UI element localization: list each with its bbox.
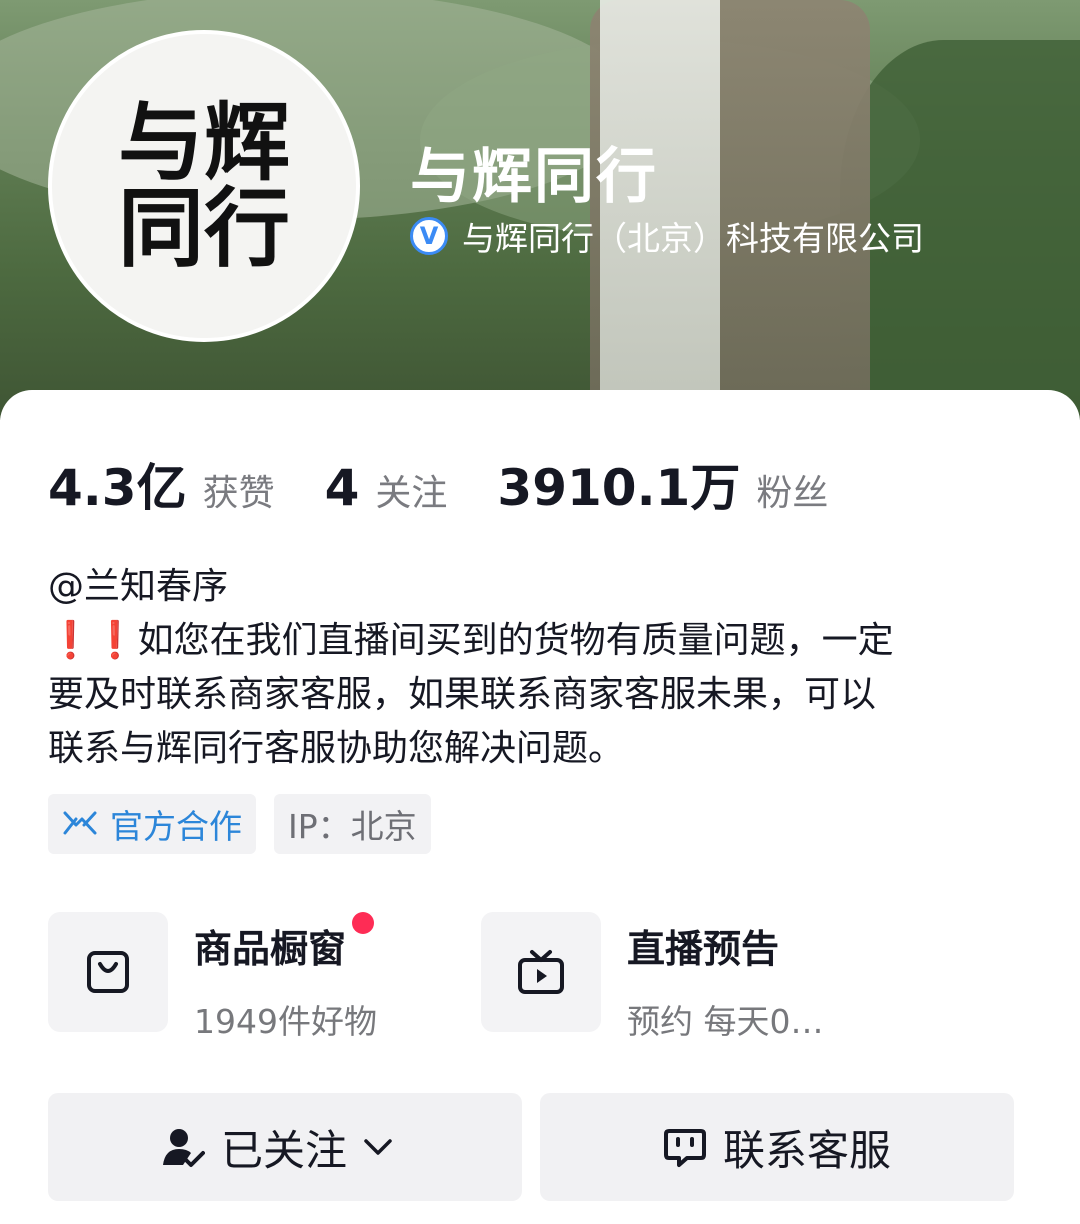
handshake-icon xyxy=(63,811,97,835)
following-button-label: 已关注 xyxy=(220,1125,347,1175)
product-window-entry[interactable]: 商品橱窗 1949件好物 xyxy=(48,912,377,1043)
product-window-title: 商品橱窗 xyxy=(194,912,375,973)
official-cooperation-tag[interactable]: 官方合作 xyxy=(48,794,256,854)
likes-count[interactable]: 4.3亿 xyxy=(48,448,187,520)
profile-tags: 官方合作 IP：北京 xyxy=(48,794,431,854)
profile-header: 与辉同行 与辉同行 V 与辉同行（北京）科技有限公司 xyxy=(0,0,1080,420)
live-preview-title: 直播预告 xyxy=(627,927,780,971)
product-window-title-text: 商品橱窗 xyxy=(194,927,347,971)
contact-service-button[interactable]: 联系客服 xyxy=(540,1093,1014,1201)
ip-location-label: IP：北京 xyxy=(288,807,417,846)
following-button[interactable]: 已关注 xyxy=(48,1093,522,1201)
chat-service-icon xyxy=(663,1129,706,1167)
bio-line: 联系与辉同行客服协助您解决问题。 xyxy=(48,728,625,769)
bio-line: ❗❗如您在我们直播间买到的货物有质量问题，一定 xyxy=(48,620,894,661)
tv-icon xyxy=(481,912,601,1032)
chevron-down-icon xyxy=(364,1139,392,1155)
contact-service-label: 联系客服 xyxy=(722,1125,891,1175)
avatar-logo-text: 与辉同行 xyxy=(118,92,290,279)
stats-row: 4.3亿 获赞 4 关注 3910.1万 粉丝 xyxy=(48,448,878,520)
followers-label[interactable]: 粉丝 xyxy=(756,464,828,516)
verified-company: 与辉同行（北京）科技有限公司 xyxy=(462,219,924,258)
profile-name: 与辉同行 xyxy=(410,142,658,212)
following-count[interactable]: 4 xyxy=(325,459,360,517)
live-preview-entry[interactable]: 直播预告 预约 每天0… xyxy=(481,912,824,1043)
shopping-bag-icon xyxy=(48,912,168,1032)
new-notification-dot xyxy=(352,912,375,934)
likes-label[interactable]: 获赞 xyxy=(203,464,275,516)
product-window-count: 1949件好物 xyxy=(194,1002,377,1041)
followers-count[interactable]: 3910.1万 xyxy=(497,448,740,520)
live-preview-schedule: 预约 每天0… xyxy=(627,1002,824,1041)
bio: @兰知春序 ❗❗如您在我们直播间买到的货物有质量问题，一定 要及时联系商家客服，… xyxy=(48,560,1038,776)
following-label[interactable]: 关注 xyxy=(375,464,447,516)
verified-badge-icon: V xyxy=(410,217,448,255)
ip-location-tag: IP：北京 xyxy=(274,794,431,854)
verification-row[interactable]: V 与辉同行（北京）科技有限公司 xyxy=(410,212,924,260)
bio-mention[interactable]: @兰知春序 xyxy=(48,560,1038,614)
bio-line: 要及时联系商家客服，如果联系商家客服未果，可以 xyxy=(48,674,877,715)
official-cooperation-label: 官方合作 xyxy=(110,807,242,846)
avatar[interactable]: 与辉同行 xyxy=(48,30,360,342)
user-check-icon xyxy=(162,1129,205,1167)
